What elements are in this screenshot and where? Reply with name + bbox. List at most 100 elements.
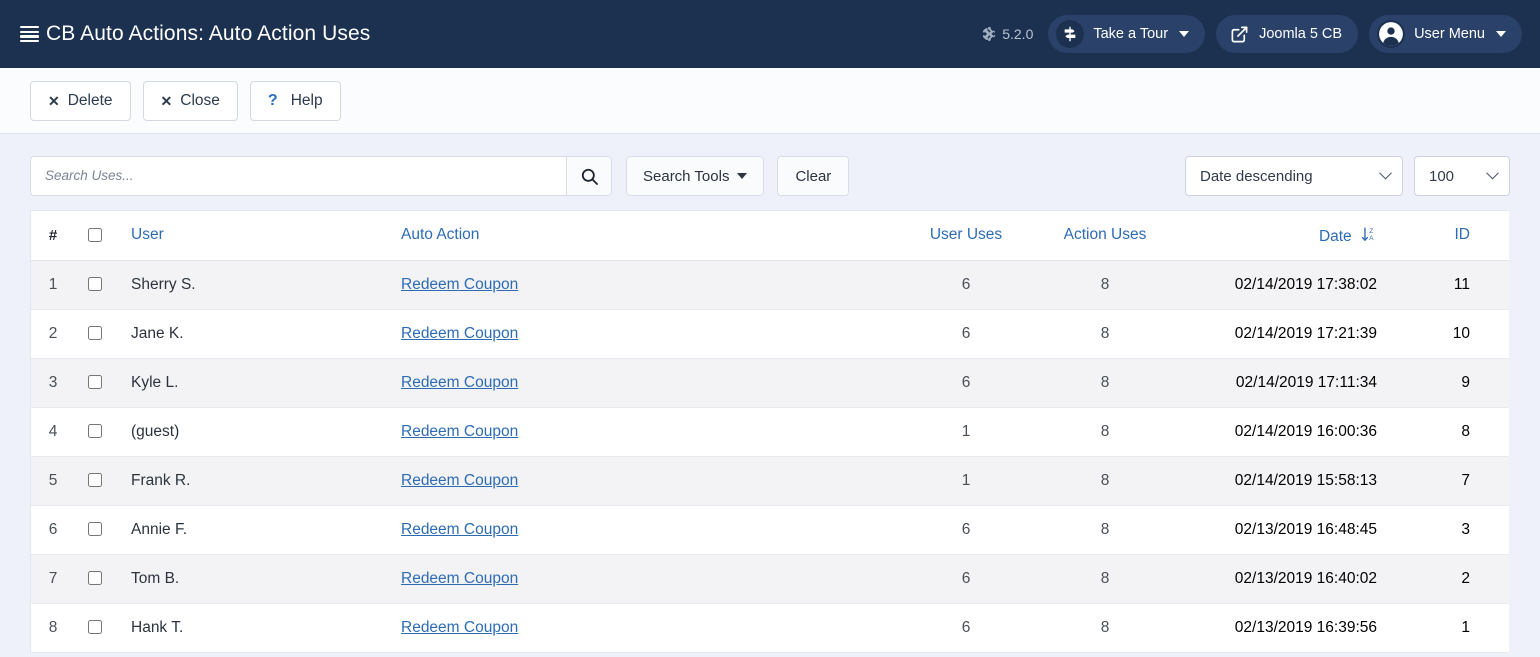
row-checkbox[interactable] [88, 326, 102, 341]
row-checkbox[interactable] [88, 571, 102, 586]
main-content: Search Tools Clear Date descending 100 # [0, 134, 1540, 657]
user-cell: Jane K. [131, 324, 184, 342]
table-header: # User Auto Action User Uses Action Uses… [31, 211, 1509, 261]
search-input[interactable] [30, 156, 566, 196]
table-row: 3 Kyle L. Redeem Coupon 6 8 02/14/2019 17:11:… [31, 358, 1509, 407]
column-header-user[interactable]: User [115, 211, 401, 261]
row-select-cell [75, 603, 115, 652]
date-cell: 02/14/2019 15:58:13 [1234, 471, 1377, 489]
chevron-down-icon [1496, 31, 1506, 37]
auto-action-cell: Redeem Coupon [401, 603, 901, 652]
user-uses-cell: 6 [961, 275, 971, 293]
auto-action-link[interactable]: Redeem Coupon [401, 521, 518, 538]
uses-table: # User Auto Action User Uses Action Uses… [31, 211, 1509, 653]
action-uses-cell: 8 [1100, 275, 1110, 293]
row-checkbox[interactable] [88, 620, 102, 635]
row-index-cell: 4 [48, 422, 58, 440]
row-checkbox[interactable] [88, 424, 102, 439]
date-cell: 02/14/2019 17:21:39 [1234, 324, 1377, 342]
external-link-icon [1228, 23, 1250, 45]
joomla-version-badge: 5.2.0 [982, 26, 1033, 42]
filter-right-group: Date descending 100 [1185, 156, 1510, 196]
table-row: 5 Frank R. Redeem Coupon 1 8 02/14/2019 15:58… [31, 456, 1509, 505]
column-header-id[interactable]: ID [1389, 211, 1509, 261]
date-cell: 02/14/2019 17:11:34 [1235, 373, 1377, 391]
header-actions: 5.2.0 Take a Tour Joomla 5 CB User Menu [982, 15, 1522, 53]
row-select-cell [75, 456, 115, 505]
joomla-version-text: 5.2.0 [1002, 26, 1034, 42]
table-header-row: # User Auto Action User Uses Action Uses… [31, 211, 1509, 261]
auto-action-link[interactable]: Redeem Coupon [401, 276, 518, 293]
auto-action-link[interactable]: Redeem Coupon [401, 619, 518, 636]
id-cell: 3 [1461, 520, 1470, 538]
close-x-icon: ✕ [160, 92, 173, 109]
date-cell: 02/13/2019 16:39:56 [1234, 618, 1377, 636]
row-select-cell [75, 554, 115, 603]
search-icon [581, 168, 598, 185]
search-group [30, 156, 612, 196]
row-checkbox[interactable] [88, 375, 102, 390]
user-uses-cell: 6 [961, 324, 971, 342]
column-header-date[interactable]: Date Z A [1179, 211, 1389, 261]
id-cell: 2 [1461, 569, 1470, 587]
date-cell: 02/14/2019 16:00:36 [1234, 422, 1377, 440]
select-all-checkbox[interactable] [88, 228, 102, 243]
row-select-cell [75, 309, 115, 358]
limit-select-wrapper: 100 [1414, 156, 1510, 196]
row-select-cell [75, 505, 115, 554]
column-header-date-label: Date [1318, 228, 1352, 246]
app-header: CB Auto Actions: Auto Action Uses 5.2.0 … [0, 0, 1540, 68]
column-header-auto-action[interactable]: Auto Action [401, 211, 901, 261]
row-index-cell: 7 [48, 569, 58, 587]
date-cell: 02/13/2019 16:40:02 [1234, 569, 1377, 587]
user-circle-icon [1377, 20, 1406, 48]
action-uses-cell: 8 [1100, 471, 1110, 489]
take-a-tour-button[interactable]: Take a Tour [1048, 15, 1206, 53]
auto-action-link[interactable]: Redeem Coupon [401, 472, 518, 489]
user-cell: Kyle L. [131, 373, 179, 391]
auto-action-link[interactable]: Redeem Coupon [401, 570, 518, 587]
column-header-user-uses[interactable]: User Uses [901, 211, 1031, 261]
svg-text:Z: Z [1369, 228, 1373, 235]
user-uses-cell: 6 [961, 520, 971, 538]
auto-action-link[interactable]: Redeem Coupon [401, 325, 518, 342]
row-checkbox[interactable] [88, 522, 102, 537]
id-cell: 9 [1461, 373, 1470, 391]
column-header-action-uses[interactable]: Action Uses [1031, 211, 1179, 261]
joomla-site-button[interactable]: Joomla 5 CB [1216, 15, 1359, 53]
help-button[interactable]: ? Help [249, 80, 341, 121]
sort-select[interactable]: Date descending [1185, 156, 1403, 196]
auto-action-cell: Redeem Coupon [401, 456, 901, 505]
close-button-label: Close [180, 91, 220, 109]
hamburger-icon[interactable] [20, 26, 39, 43]
table-row: 1 Sherry S. Redeem Coupon 6 8 02/14/2019 17:3… [31, 260, 1509, 309]
sort-descending-za-icon: Z A [1360, 226, 1377, 243]
close-button[interactable]: ✕ Close [142, 80, 238, 121]
auto-action-cell: Redeem Coupon [401, 309, 901, 358]
user-cell: Hank T. [131, 618, 184, 636]
row-index-cell: 1 [48, 275, 58, 293]
user-uses-cell: 1 [961, 422, 971, 440]
table-row: 4 (guest) Redeem Coupon 1 8 02/14/2019 16:00:… [31, 407, 1509, 456]
user-cell: Tom B. [131, 569, 180, 587]
action-uses-cell: 8 [1100, 520, 1110, 538]
auto-action-link[interactable]: Redeem Coupon [401, 374, 518, 391]
action-uses-cell: 8 [1100, 324, 1110, 342]
row-checkbox[interactable] [88, 473, 102, 488]
joomla-site-label: Joomla 5 CB [1259, 26, 1343, 42]
joomla-logo-icon [983, 26, 996, 41]
column-header-select-all [75, 211, 115, 261]
row-checkbox[interactable] [88, 277, 102, 292]
row-index-cell: 5 [48, 471, 58, 489]
search-submit-button[interactable] [566, 156, 612, 196]
signpost-icon [1056, 20, 1085, 48]
auto-action-link[interactable]: Redeem Coupon [401, 423, 518, 440]
delete-button[interactable]: ✕ Delete [30, 80, 131, 121]
search-tools-button[interactable]: Search Tools [626, 156, 765, 196]
action-uses-cell: 8 [1100, 569, 1110, 587]
user-menu-button[interactable]: User Menu [1369, 15, 1522, 53]
action-toolbar: ✕ Delete ✕ Close ? Help [0, 68, 1540, 134]
clear-button[interactable]: Clear [777, 156, 850, 196]
list-limit-select[interactable]: 100 [1414, 156, 1510, 196]
row-select-cell [75, 407, 115, 456]
